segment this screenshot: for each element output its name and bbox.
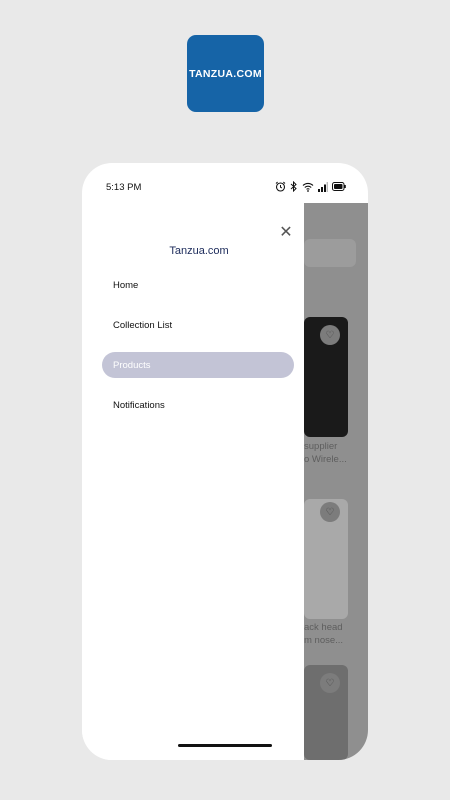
heart-icon: ♡: [320, 673, 340, 693]
product-title: ack head m nose...: [304, 622, 344, 646]
menu-item-collection-list[interactable]: Collection List: [102, 312, 294, 338]
status-icons: [275, 181, 346, 192]
menu-item-label: Notifications: [113, 399, 165, 411]
menu-item-label: Products: [113, 359, 151, 371]
app-logo: TANZUA.COM: [187, 35, 264, 112]
phone-screen: 5:13 PM ♡ supplier o Wirele... ♡ ack hea…: [82, 163, 368, 760]
products-page-backdrop[interactable]: ♡ supplier o Wirele... ♡ ack head m nose…: [304, 203, 368, 760]
heart-icon: ♡: [320, 502, 340, 522]
home-indicator[interactable]: [178, 744, 272, 747]
menu-item-home[interactable]: Home: [102, 272, 294, 298]
close-icon[interactable]: ✕: [278, 225, 294, 241]
product-title: supplier o Wirele...: [304, 441, 347, 465]
status-bar: 5:13 PM: [82, 163, 368, 203]
menu-item-notifications[interactable]: Notifications: [102, 392, 294, 418]
signal-icon: [318, 181, 328, 192]
alarm-icon: [275, 181, 286, 192]
battery-icon: [332, 182, 346, 191]
navigation-drawer: ✕ Tanzua.com Home Collection List Produc…: [82, 203, 304, 760]
drawer-title: Tanzua.com: [169, 245, 229, 257]
status-time: 5:13 PM: [106, 182, 142, 193]
bluetooth-icon: [290, 181, 297, 192]
menu-item-label: Collection List: [113, 319, 173, 331]
heart-icon: ♡: [320, 325, 340, 345]
logo-text: TANZUA.COM: [189, 67, 262, 80]
wifi-icon: [302, 182, 314, 192]
menu-item-products[interactable]: Products: [102, 352, 294, 378]
menu-item-label: Home: [113, 279, 139, 291]
